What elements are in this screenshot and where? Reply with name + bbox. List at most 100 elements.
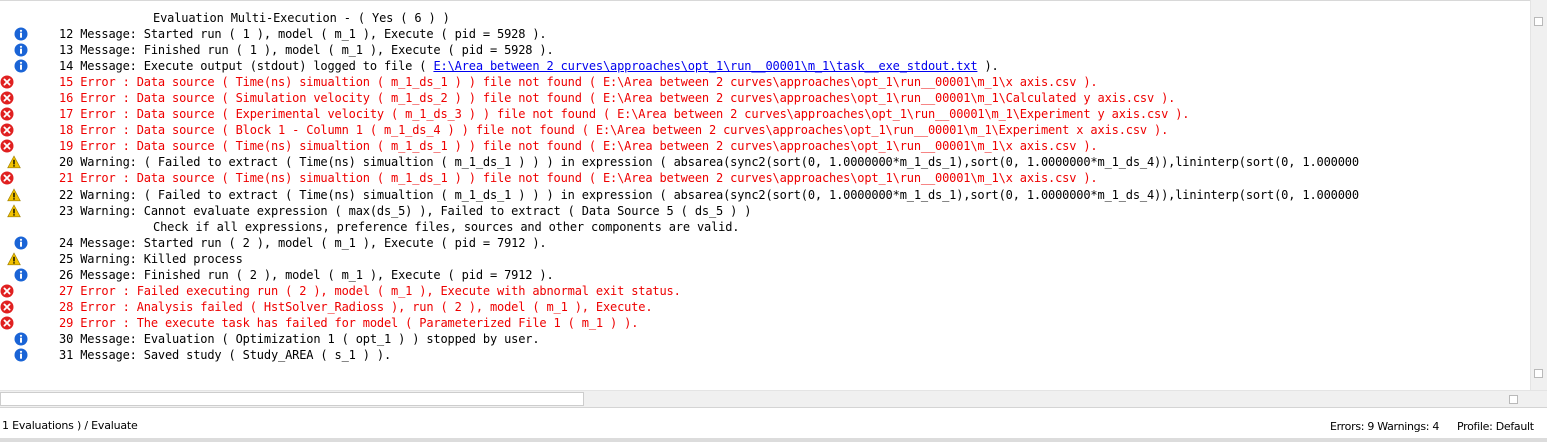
log-line-text: 19 Error : Data source ( Time(ns) simual… [59, 138, 1098, 154]
log-line-text: 15 Error : Data source ( Time(ns) simual… [59, 74, 1098, 90]
log-line-message: 28 Error : Analysis failed ( HstSolver_R… [59, 299, 653, 314]
log-line-message: 19 Error : Data source ( Time(ns) simual… [59, 139, 1098, 154]
log-line-message[interactable]: 13 Message: Finished run ( 1 ), model ( … [0, 42, 1530, 58]
error-icon [0, 75, 14, 89]
log-line-text: 29 Error : The execute task has failed f… [59, 315, 638, 331]
log-line-error[interactable]: 17 Error : Data source ( Experimental ve… [0, 106, 1530, 122]
error-icon [0, 284, 14, 298]
log-line-text: Check if all expressions, preference fil… [153, 219, 740, 235]
log-line-message: 23 Warning: Cannot evaluate expression (… [59, 203, 752, 218]
error-icon [0, 171, 14, 185]
warning-icon [7, 203, 21, 218]
log-line-text: 25 Warning: Killed process [59, 251, 243, 267]
log-line-continuation[interactable]: Check if all expressions, preference fil… [0, 219, 1530, 235]
log-line-message: 20 Warning: ( Failed to extract ( Time(n… [59, 155, 1359, 170]
warning-icon [7, 187, 21, 202]
log-line-error[interactable]: 28 Error : Analysis failed ( HstSolver_R… [0, 299, 1530, 315]
log-line-message: 14 Message: Execute output (stdout) logg… [59, 59, 434, 74]
log-line-message: Evaluation Multi-Execution - ( Yes ( 6 )… [153, 11, 450, 25]
log-line-text: 12 Message: Started run ( 1 ), model ( m… [59, 26, 547, 42]
log-line-text: 30 Message: Evaluation ( Optimization 1 … [59, 331, 540, 347]
log-line-text: 31 Message: Saved study ( Study_AREA ( s… [59, 347, 391, 363]
warning-icon [7, 155, 21, 169]
error-icon [0, 107, 14, 121]
log-line-message: 21 Error : Data source ( Time(ns) simual… [59, 171, 1098, 186]
log-line-text: 26 Message: Finished run ( 2 ), model ( … [59, 267, 554, 283]
log-line-message: 30 Message: Evaluation ( Optimization 1 … [59, 331, 540, 346]
error-icon [0, 123, 14, 137]
log-line-message[interactable]: 12 Message: Started run ( 1 ), model ( m… [0, 26, 1530, 42]
info-icon [14, 332, 28, 346]
log-line-text: 17 Error : Data source ( Experimental ve… [59, 106, 1190, 122]
log-line-message[interactable]: 30 Message: Evaluation ( Optimization 1 … [0, 331, 1530, 347]
log-line-error[interactable]: 27 Error : Failed executing run ( 2 ), m… [0, 283, 1530, 299]
horizontal-scroll-thumb[interactable] [0, 392, 584, 406]
log-line-warning[interactable]: 23 Warning: Cannot evaluate expression (… [0, 203, 1530, 219]
info-icon [14, 268, 28, 282]
log-line-header[interactable]: Evaluation Multi-Execution - ( Yes ( 6 )… [0, 10, 1530, 26]
log-line-text: 21 Error : Data source ( Time(ns) simual… [59, 170, 1098, 186]
log-line-text: 27 Error : Failed executing run ( 2 ), m… [59, 283, 681, 299]
log-line-message: 12 Message: Started run ( 1 ), model ( m… [59, 27, 547, 42]
scroll-right-button[interactable] [1509, 395, 1518, 404]
log-line-warning[interactable]: 25 Warning: Killed process [0, 251, 1530, 267]
info-icon [14, 348, 28, 362]
log-line-message: 15 Error : Data source ( Time(ns) simual… [59, 75, 1098, 90]
log-line-error[interactable]: 18 Error : Data source ( Block 1 - Colum… [0, 122, 1530, 138]
log-line-message: 24 Message: Started run ( 2 ), model ( m… [59, 235, 547, 250]
status-breadcrumb: 1 Evaluations ) / Evaluate [2, 419, 138, 432]
log-line-warning[interactable]: 20 Warning: ( Failed to extract ( Time(n… [0, 154, 1530, 170]
log-line-message[interactable]: 31 Message: Saved study ( Study_AREA ( s… [0, 347, 1530, 363]
log-line-error[interactable]: 16 Error : Data source ( Simulation velo… [0, 90, 1530, 106]
log-line-text: Evaluation Multi-Execution - ( Yes ( 6 )… [153, 10, 450, 26]
log-line-text: 24 Message: Started run ( 2 ), model ( m… [59, 235, 547, 251]
vertical-scrollbar[interactable] [1530, 0, 1547, 390]
error-warning-counts: Errors: 9 Warnings: 4 [1330, 420, 1440, 433]
log-line-message: 31 Message: Saved study ( Study_AREA ( s… [59, 347, 392, 362]
log-line-text: 20 Warning: ( Failed to extract ( Time(n… [59, 154, 1359, 170]
log-line-text: 13 Message: Finished run ( 1 ), model ( … [59, 42, 554, 58]
log-line-text: 18 Error : Data source ( Block 1 - Colum… [59, 122, 1168, 138]
log-line-message: 22 Warning: ( Failed to extract ( Time(n… [59, 187, 1359, 202]
log-line-text: 28 Error : Analysis failed ( HstSolver_R… [59, 299, 653, 315]
profile-indicator[interactable]: Profile: Default [1457, 420, 1534, 433]
log-line-warning[interactable]: 22 Warning: ( Failed to extract ( Time(n… [0, 187, 1530, 203]
error-icon [0, 139, 14, 153]
info-icon [14, 27, 28, 41]
log-line-message: 27 Error : Failed executing run ( 2 ), m… [59, 283, 681, 298]
log-line-error[interactable]: 21 Error : Data source ( Time(ns) simual… [0, 170, 1530, 186]
info-icon [14, 59, 28, 73]
status-bar-border [0, 438, 1547, 442]
error-icon [0, 91, 14, 105]
output-log-panel: Evaluation Multi-Execution - ( Yes ( 6 )… [0, 0, 1530, 391]
log-line-message: 17 Error : Data source ( Experimental ve… [59, 107, 1190, 122]
log-line-message[interactable]: 24 Message: Started run ( 2 ), model ( m… [0, 235, 1530, 251]
stdout-file-link[interactable]: E:\Area between 2 curves\approaches\opt_… [433, 59, 977, 73]
info-icon [14, 43, 28, 57]
log-line-message: 29 Error : The execute task has failed f… [59, 315, 639, 330]
log-line-error[interactable]: 29 Error : The execute task has failed f… [0, 315, 1530, 331]
log-line-message: Check if all expressions, preference fil… [153, 219, 740, 234]
log-line-message[interactable]: 14 Message: Execute output (stdout) logg… [0, 58, 1530, 74]
log-line-message: 18 Error : Data source ( Block 1 - Colum… [59, 123, 1169, 138]
info-icon [14, 236, 28, 250]
status-bar: 1 Evaluations ) / Evaluate Errors: 9 War… [0, 407, 1547, 442]
log-line-text: 16 Error : Data source ( Simulation velo… [59, 90, 1175, 106]
error-icon [0, 316, 14, 330]
log-line-suffix: ). [977, 59, 999, 74]
log-line-message: 26 Message: Finished run ( 2 ), model ( … [59, 267, 554, 282]
log-line-message: 25 Warning: Killed process [59, 251, 243, 266]
error-icon [0, 300, 14, 314]
horizontal-scrollbar[interactable] [0, 390, 1547, 407]
log-lines: Evaluation Multi-Execution - ( Yes ( 6 )… [0, 10, 1530, 363]
log-line-error[interactable]: 15 Error : Data source ( Time(ns) simual… [0, 74, 1530, 90]
log-line-text: 14 Message: Execute output (stdout) logg… [59, 58, 999, 74]
scroll-up-button[interactable] [1534, 17, 1543, 26]
log-line-message: 16 Error : Data source ( Simulation velo… [59, 91, 1176, 106]
scroll-down-button[interactable] [1534, 369, 1543, 378]
log-line-error[interactable]: 19 Error : Data source ( Time(ns) simual… [0, 138, 1530, 154]
warning-icon [7, 252, 21, 266]
log-line-text: 23 Warning: Cannot evaluate expression (… [59, 203, 752, 219]
log-line-message: 13 Message: Finished run ( 1 ), model ( … [59, 43, 554, 58]
log-line-message[interactable]: 26 Message: Finished run ( 2 ), model ( … [0, 267, 1530, 283]
